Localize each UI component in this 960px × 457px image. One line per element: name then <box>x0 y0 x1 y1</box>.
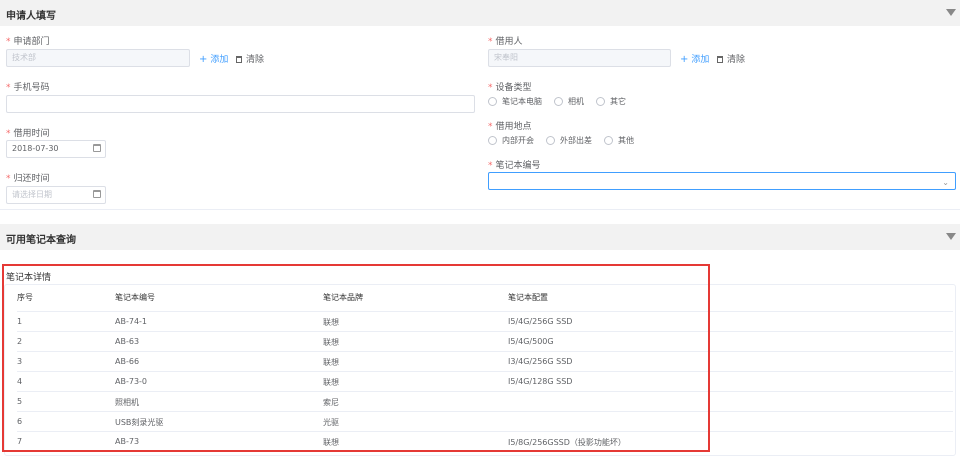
location-label: * 借用地点 <box>488 122 532 132</box>
laptop-no-select[interactable]: ⌄ <box>488 172 956 190</box>
table-row[interactable]: 7 AB-73 联想 I5/8G/256GSSD（投影功能坏） <box>17 431 953 451</box>
table-cell: I5/4G/500G <box>508 337 554 346</box>
radio-circle-icon <box>488 97 497 106</box>
table-cell: 6 <box>17 417 23 426</box>
table-cell: AB-66 <box>115 357 140 366</box>
table-cell: 7 <box>17 437 23 446</box>
collapse-caret-icon[interactable] <box>946 233 956 240</box>
borrow-time-input[interactable]: 2018-07-30 <box>6 140 106 158</box>
borrower-clear-link[interactable]: 清除 <box>717 52 745 65</box>
dept-label: * 申请部门 <box>6 37 50 47</box>
table-cell: AB-73 <box>115 437 140 446</box>
laptop-details-table: 序号 笔记本编号 笔记本品牌 笔记本配置 1 AB-74-1 联想 I5/4G/… <box>4 284 956 456</box>
radio-other[interactable]: 其它 <box>596 96 626 107</box>
laptop-no-label: * 笔记本编号 <box>488 161 541 171</box>
chevron-down-icon: ⌄ <box>942 178 949 187</box>
table-row[interactable]: 6 USB刻录光驱 光驱 <box>17 411 953 431</box>
table-cell: 联想 <box>323 318 339 327</box>
column-header: 序号 <box>17 293 33 302</box>
laptop-query-section-header[interactable]: 可用笔记本查询 <box>0 224 960 250</box>
table-cell: I5/4G/256G SSD <box>508 317 573 326</box>
borrower-label: * 借用人 <box>488 37 523 47</box>
table-cell: 联想 <box>323 438 339 447</box>
table-cell: AB-73-0 <box>115 377 148 386</box>
table-cell: 索尼 <box>323 398 339 407</box>
table-cell: 3 <box>17 357 23 366</box>
phone-input[interactable] <box>6 95 475 113</box>
column-header: 笔记本编号 <box>115 293 155 302</box>
table-cell: 1 <box>17 317 23 326</box>
plus-icon: + <box>199 54 208 65</box>
radio-circle-icon <box>488 136 497 145</box>
trash-icon <box>717 56 723 63</box>
applicant-section-title: 申请人填写 <box>6 11 56 22</box>
location-radio-group: 内部开会 外部出差 其他 <box>488 135 646 146</box>
table-cell: I5/8G/256GSSD（投影功能坏） <box>508 438 626 447</box>
table-cell: 4 <box>17 377 23 386</box>
table-row[interactable]: 5 照相机 索尼 <box>17 391 953 411</box>
table-row[interactable]: 2 AB-63 联想 I5/4G/500G <box>17 331 953 351</box>
applicant-section-header[interactable]: 申请人填写 <box>0 0 960 26</box>
laptop-details-label: 笔记本详情 <box>6 273 52 283</box>
dept-input[interactable]: 技术部 <box>6 49 190 67</box>
device-type-radio-group: 笔记本电脑 相机 其它 <box>488 96 638 107</box>
plus-icon: + <box>680 54 689 65</box>
table-cell: I3/4G/256G SSD <box>508 357 573 366</box>
radio-circle-icon <box>546 136 555 145</box>
radio-circle-icon <box>604 136 613 145</box>
radio-circle-icon <box>596 97 605 106</box>
calendar-icon <box>93 144 101 152</box>
table-cell: 5 <box>17 397 23 406</box>
table-row[interactable]: 3 AB-66 联想 I3/4G/256G SSD <box>17 351 953 371</box>
table-cell: 联想 <box>323 338 339 347</box>
section-divider <box>0 209 960 210</box>
column-header: 笔记本配置 <box>508 293 548 302</box>
table-cell: AB-74-1 <box>115 317 148 326</box>
table-cell: USB刻录光驱 <box>115 418 164 427</box>
radio-laptop[interactable]: 笔记本电脑 <box>488 96 542 107</box>
device-type-label: * 设备类型 <box>488 83 532 93</box>
table-cell: 联想 <box>323 358 339 367</box>
radio-circle-icon <box>554 97 563 106</box>
table-header-row: 序号 笔记本编号 笔记本品牌 笔记本配置 <box>17 287 953 307</box>
table-cell: AB-63 <box>115 337 140 346</box>
borrower-add-link[interactable]: + 添加 <box>680 52 709 65</box>
column-header: 笔记本品牌 <box>323 293 363 302</box>
table-cell: I5/4G/128G SSD <box>508 377 573 386</box>
radio-business-trip[interactable]: 外部出差 <box>546 135 592 146</box>
dept-clear-link[interactable]: 清除 <box>236 52 264 65</box>
borrow-time-label: * 借用时间 <box>6 129 50 139</box>
return-time-label: * 归还时间 <box>6 174 50 184</box>
laptop-query-section-title: 可用笔记本查询 <box>6 235 76 246</box>
phone-label: * 手机号码 <box>6 83 50 93</box>
table-cell: 光驱 <box>323 418 339 427</box>
collapse-caret-icon[interactable] <box>946 9 956 16</box>
table-cell: 2 <box>17 337 23 346</box>
table-row[interactable]: 4 AB-73-0 联想 I5/4G/128G SSD <box>17 371 953 391</box>
dept-add-link[interactable]: + 添加 <box>199 52 228 65</box>
table-cell: 照相机 <box>115 398 139 407</box>
table-row[interactable]: 1 AB-74-1 联想 I5/4G/256G SSD <box>17 311 953 331</box>
radio-internal-meeting[interactable]: 内部开会 <box>488 135 534 146</box>
radio-location-other[interactable]: 其他 <box>604 135 634 146</box>
return-time-input[interactable]: 请选择日期 <box>6 186 106 204</box>
calendar-icon <box>93 190 101 198</box>
radio-camera[interactable]: 相机 <box>554 96 584 107</box>
table-cell: 联想 <box>323 378 339 387</box>
trash-icon <box>236 56 242 63</box>
borrower-input[interactable]: 宋奉阳 <box>488 49 671 67</box>
